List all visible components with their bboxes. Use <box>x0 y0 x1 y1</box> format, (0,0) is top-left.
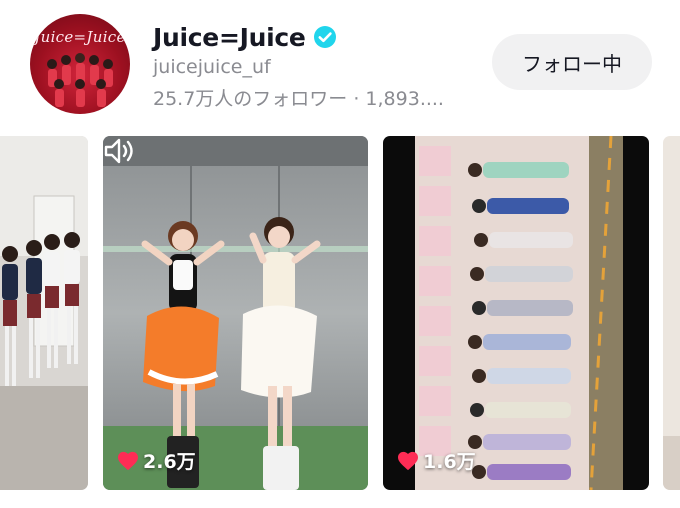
video-card-3[interactable]: 1.6万 <box>383 136 649 490</box>
video-thumbnail-4 <box>663 136 680 490</box>
video-thumbnail-2 <box>103 136 368 490</box>
profile-handle: juicejuice_uf <box>153 56 271 78</box>
following-button[interactable]: フォロー中 <box>492 34 652 90</box>
video-card-4[interactable] <box>663 136 680 490</box>
video-2-like-count: 2.6万 <box>143 451 196 473</box>
speaker-icon[interactable] <box>103 136 135 166</box>
heart-icon <box>398 451 418 470</box>
video-3-like-count: 1.6万 <box>423 451 476 473</box>
video-thumbnail-1 <box>0 136 88 490</box>
profile-name-row: Juice=Juice <box>153 20 337 54</box>
profile-name[interactable]: Juice=Juice <box>153 23 306 52</box>
avatar-group-photo <box>47 53 113 107</box>
profile-header: Juice=Juice Juice=Juice juicejuice_uf 25… <box>0 0 680 128</box>
profile-avatar[interactable]: Juice=Juice <box>30 14 130 114</box>
video-2-likes: 2.6万 <box>117 447 196 474</box>
heart-icon <box>118 451 138 470</box>
verified-badge-icon <box>313 26 336 48</box>
profile-stats: 25.7万人のフォロワー · 1,893.... <box>153 88 444 110</box>
video-3-likes: 1.6万 <box>397 447 476 474</box>
video-card-1[interactable] <box>0 136 88 490</box>
video-card-2[interactable]: 2.6万 <box>103 136 368 490</box>
video-thumbnail-3 <box>383 136 649 490</box>
